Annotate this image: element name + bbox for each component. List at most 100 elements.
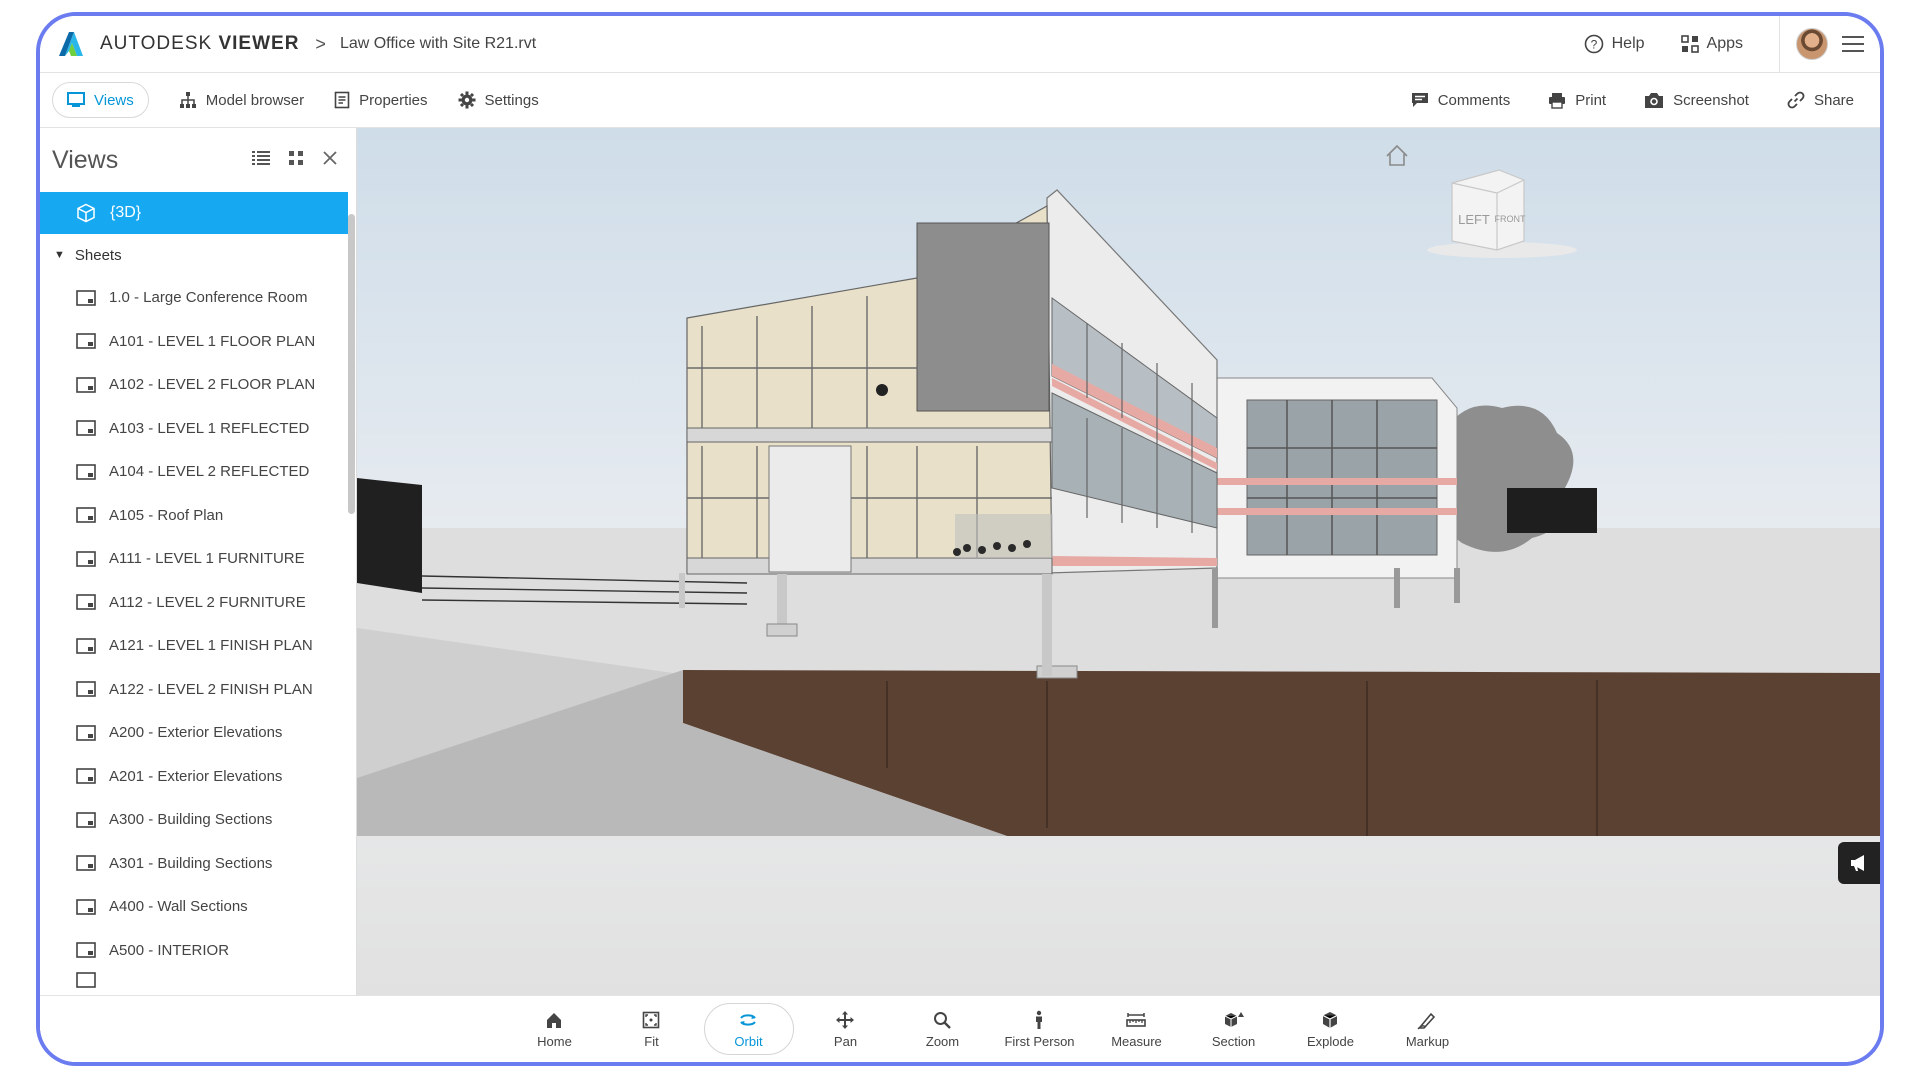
pan-icon — [835, 1010, 854, 1029]
markup-icon — [1416, 1012, 1435, 1029]
sheet-item[interactable]: A301 - Building Sections — [40, 842, 356, 886]
nav-tool-label: Fit — [644, 1033, 659, 1049]
hierarchy-icon — [179, 92, 196, 108]
sheet-icon — [76, 898, 96, 915]
view-cube[interactable]: LEFT FRONT — [1427, 169, 1577, 258]
sheet-item[interactable]: A200 - Exterior Elevations — [40, 711, 356, 755]
sheet-item-label: A121 - LEVEL 1 FINISH PLAN — [109, 637, 313, 655]
document-icon — [334, 91, 350, 109]
comment-icon — [1411, 93, 1428, 107]
sheet-item[interactable]: A103 - LEVEL 1 REFLECTED — [40, 407, 356, 451]
apps-grid-icon — [1680, 35, 1699, 53]
sheet-item[interactable]: A112 - LEVEL 2 FURNITURE — [40, 581, 356, 625]
sheet-icon — [76, 463, 96, 480]
sheet-item-label: A111 - LEVEL 1 FURNITURE — [109, 550, 305, 568]
list-view-icon[interactable] — [252, 150, 270, 171]
hamburger-menu-icon[interactable] — [1842, 31, 1864, 57]
nav-tool-fit[interactable]: Fit — [603, 1002, 700, 1056]
nav-tool-markup[interactable]: Markup — [1379, 1002, 1476, 1056]
app-window: AUTODESK VIEWER > Law Office with Site R… — [36, 12, 1884, 1066]
top-bar: AUTODESK VIEWER > Law Office with Site R… — [40, 16, 1880, 73]
screenshot-button[interactable]: Screenshot — [1644, 83, 1749, 117]
nav-tool-measure[interactable]: Measure — [1088, 1002, 1185, 1056]
sheet-item-label: A201 - Exterior Elevations — [109, 767, 283, 785]
print-button[interactable]: Print — [1548, 83, 1606, 117]
top-divider — [1779, 16, 1780, 72]
sheet-item-label: A103 - LEVEL 1 REFLECTED — [109, 419, 310, 437]
gear-icon — [458, 91, 475, 109]
svg-text:?: ? — [1590, 38, 1597, 52]
building-model-render[interactable]: LEFT FRONT — [357, 128, 1880, 836]
sheet-item[interactable]: A201 - Exterior Elevations — [40, 755, 356, 799]
sheet-item-label: 1.0 - Large Conference Room — [109, 289, 308, 307]
sheet-item[interactable]: A102 - LEVEL 2 FLOOR PLAN — [40, 363, 356, 407]
sheet-item[interactable]: 1.0 - Large Conference Room — [40, 276, 356, 320]
settings-tab[interactable]: Settings — [458, 83, 539, 117]
navigation-toolbar: Home Fit Orbit Pan Zoom First Person Measure Se… — [40, 995, 1880, 1062]
sheet-icon — [76, 637, 96, 654]
sidebar-scrollbar[interactable] — [348, 214, 355, 514]
views-tab[interactable]: Views — [52, 82, 149, 118]
sheet-item[interactable]: A122 - LEVEL 2 FINISH PLAN — [40, 668, 356, 712]
nav-tool-home[interactable]: Home — [506, 1002, 603, 1056]
megaphone-icon — [1851, 855, 1864, 871]
sheet-item-partial[interactable] — [40, 972, 356, 992]
sheet-item-label: A102 - LEVEL 2 FLOOR PLAN — [109, 376, 316, 394]
apps-button[interactable]: Apps — [1680, 35, 1743, 53]
sheet-item-label: A200 - Exterior Elevations — [109, 724, 283, 742]
printer-icon — [1549, 92, 1566, 109]
sheets-list: 1.0 - Large Conference Room A101 - LEVEL … — [40, 276, 356, 972]
measure-icon — [1125, 1012, 1146, 1027]
comments-button[interactable]: Comments — [1411, 83, 1510, 117]
sheet-icon — [76, 724, 96, 741]
nav-tool-label: Markup — [1405, 1033, 1450, 1049]
active-tool-indicator — [703, 1003, 794, 1055]
help-button[interactable]: ? Help — [1584, 34, 1645, 54]
sheet-item-label: A300 - Building Sections — [109, 811, 273, 829]
nav-tool-explode[interactable]: Explode — [1282, 1002, 1379, 1056]
nav-tool-zoom[interactable]: Zoom — [894, 1002, 991, 1056]
view-cube-front-face[interactable]: FRONT — [1495, 214, 1526, 224]
fit-icon — [642, 1011, 659, 1028]
nav-tool-label: Zoom — [925, 1033, 960, 1049]
sheet-item[interactable]: A105 - Roof Plan — [40, 494, 356, 538]
sheet-item[interactable]: A300 - Building Sections — [40, 798, 356, 842]
autodesk-logo-icon[interactable] — [56, 29, 86, 59]
sheet-item[interactable]: A500 - INTERIOR — [40, 929, 356, 973]
caret-down-icon: ▼ — [54, 249, 65, 261]
nav-tool-section[interactable]: Section — [1185, 1002, 1282, 1056]
view-cube-left-face[interactable]: LEFT — [1458, 212, 1490, 227]
sheet-item-label: A500 - INTERIOR — [109, 941, 230, 959]
close-panel-icon[interactable] — [322, 150, 338, 171]
sheet-item[interactable]: A111 - LEVEL 1 FURNITURE — [40, 537, 356, 581]
sheet-item-label: A101 - LEVEL 1 FLOOR PLAN — [109, 332, 316, 350]
nav-tool-label: Section — [1211, 1033, 1256, 1049]
sheet-item-label: A400 - Wall Sections — [109, 898, 248, 916]
help-icon: ? — [1584, 34, 1603, 54]
zoom-icon — [933, 1011, 951, 1029]
share-button[interactable]: Share — [1787, 83, 1854, 117]
user-avatar[interactable] — [1796, 28, 1828, 60]
sheet-icon — [76, 768, 96, 785]
nav-tool-pan[interactable]: Pan — [797, 1002, 894, 1056]
sheet-item[interactable]: A101 - LEVEL 1 FLOOR PLAN — [40, 320, 356, 364]
nav-tool-orbit[interactable]: Orbit — [700, 1002, 797, 1056]
model-browser-tab[interactable]: Model browser — [179, 83, 304, 117]
feedback-button[interactable] — [1838, 842, 1880, 884]
model-viewport[interactable]: LEFT FRONT — [357, 128, 1880, 996]
nav-tool-label: Pan — [833, 1033, 858, 1049]
view-item-3d[interactable]: {3D} — [40, 192, 348, 234]
cube-icon — [77, 203, 95, 223]
sheets-group-toggle[interactable]: ▼ Sheets — [40, 234, 356, 276]
properties-tab[interactable]: Properties — [334, 83, 428, 117]
sheet-item[interactable]: A400 - Wall Sections — [40, 885, 356, 929]
nav-tool-label: First Person — [1004, 1033, 1075, 1049]
nav-tool-label: Home — [537, 1033, 572, 1049]
viewport-home-icon[interactable] — [1386, 144, 1408, 166]
nav-tool-first-person[interactable]: First Person — [991, 1002, 1088, 1056]
sheet-item[interactable]: A121 - LEVEL 1 FINISH PLAN — [40, 624, 356, 668]
sheet-item[interactable]: A104 - LEVEL 2 REFLECTED — [40, 450, 356, 494]
grid-view-icon[interactable] — [288, 150, 304, 171]
explode-icon — [1322, 1011, 1337, 1028]
sheet-icon — [76, 376, 96, 393]
